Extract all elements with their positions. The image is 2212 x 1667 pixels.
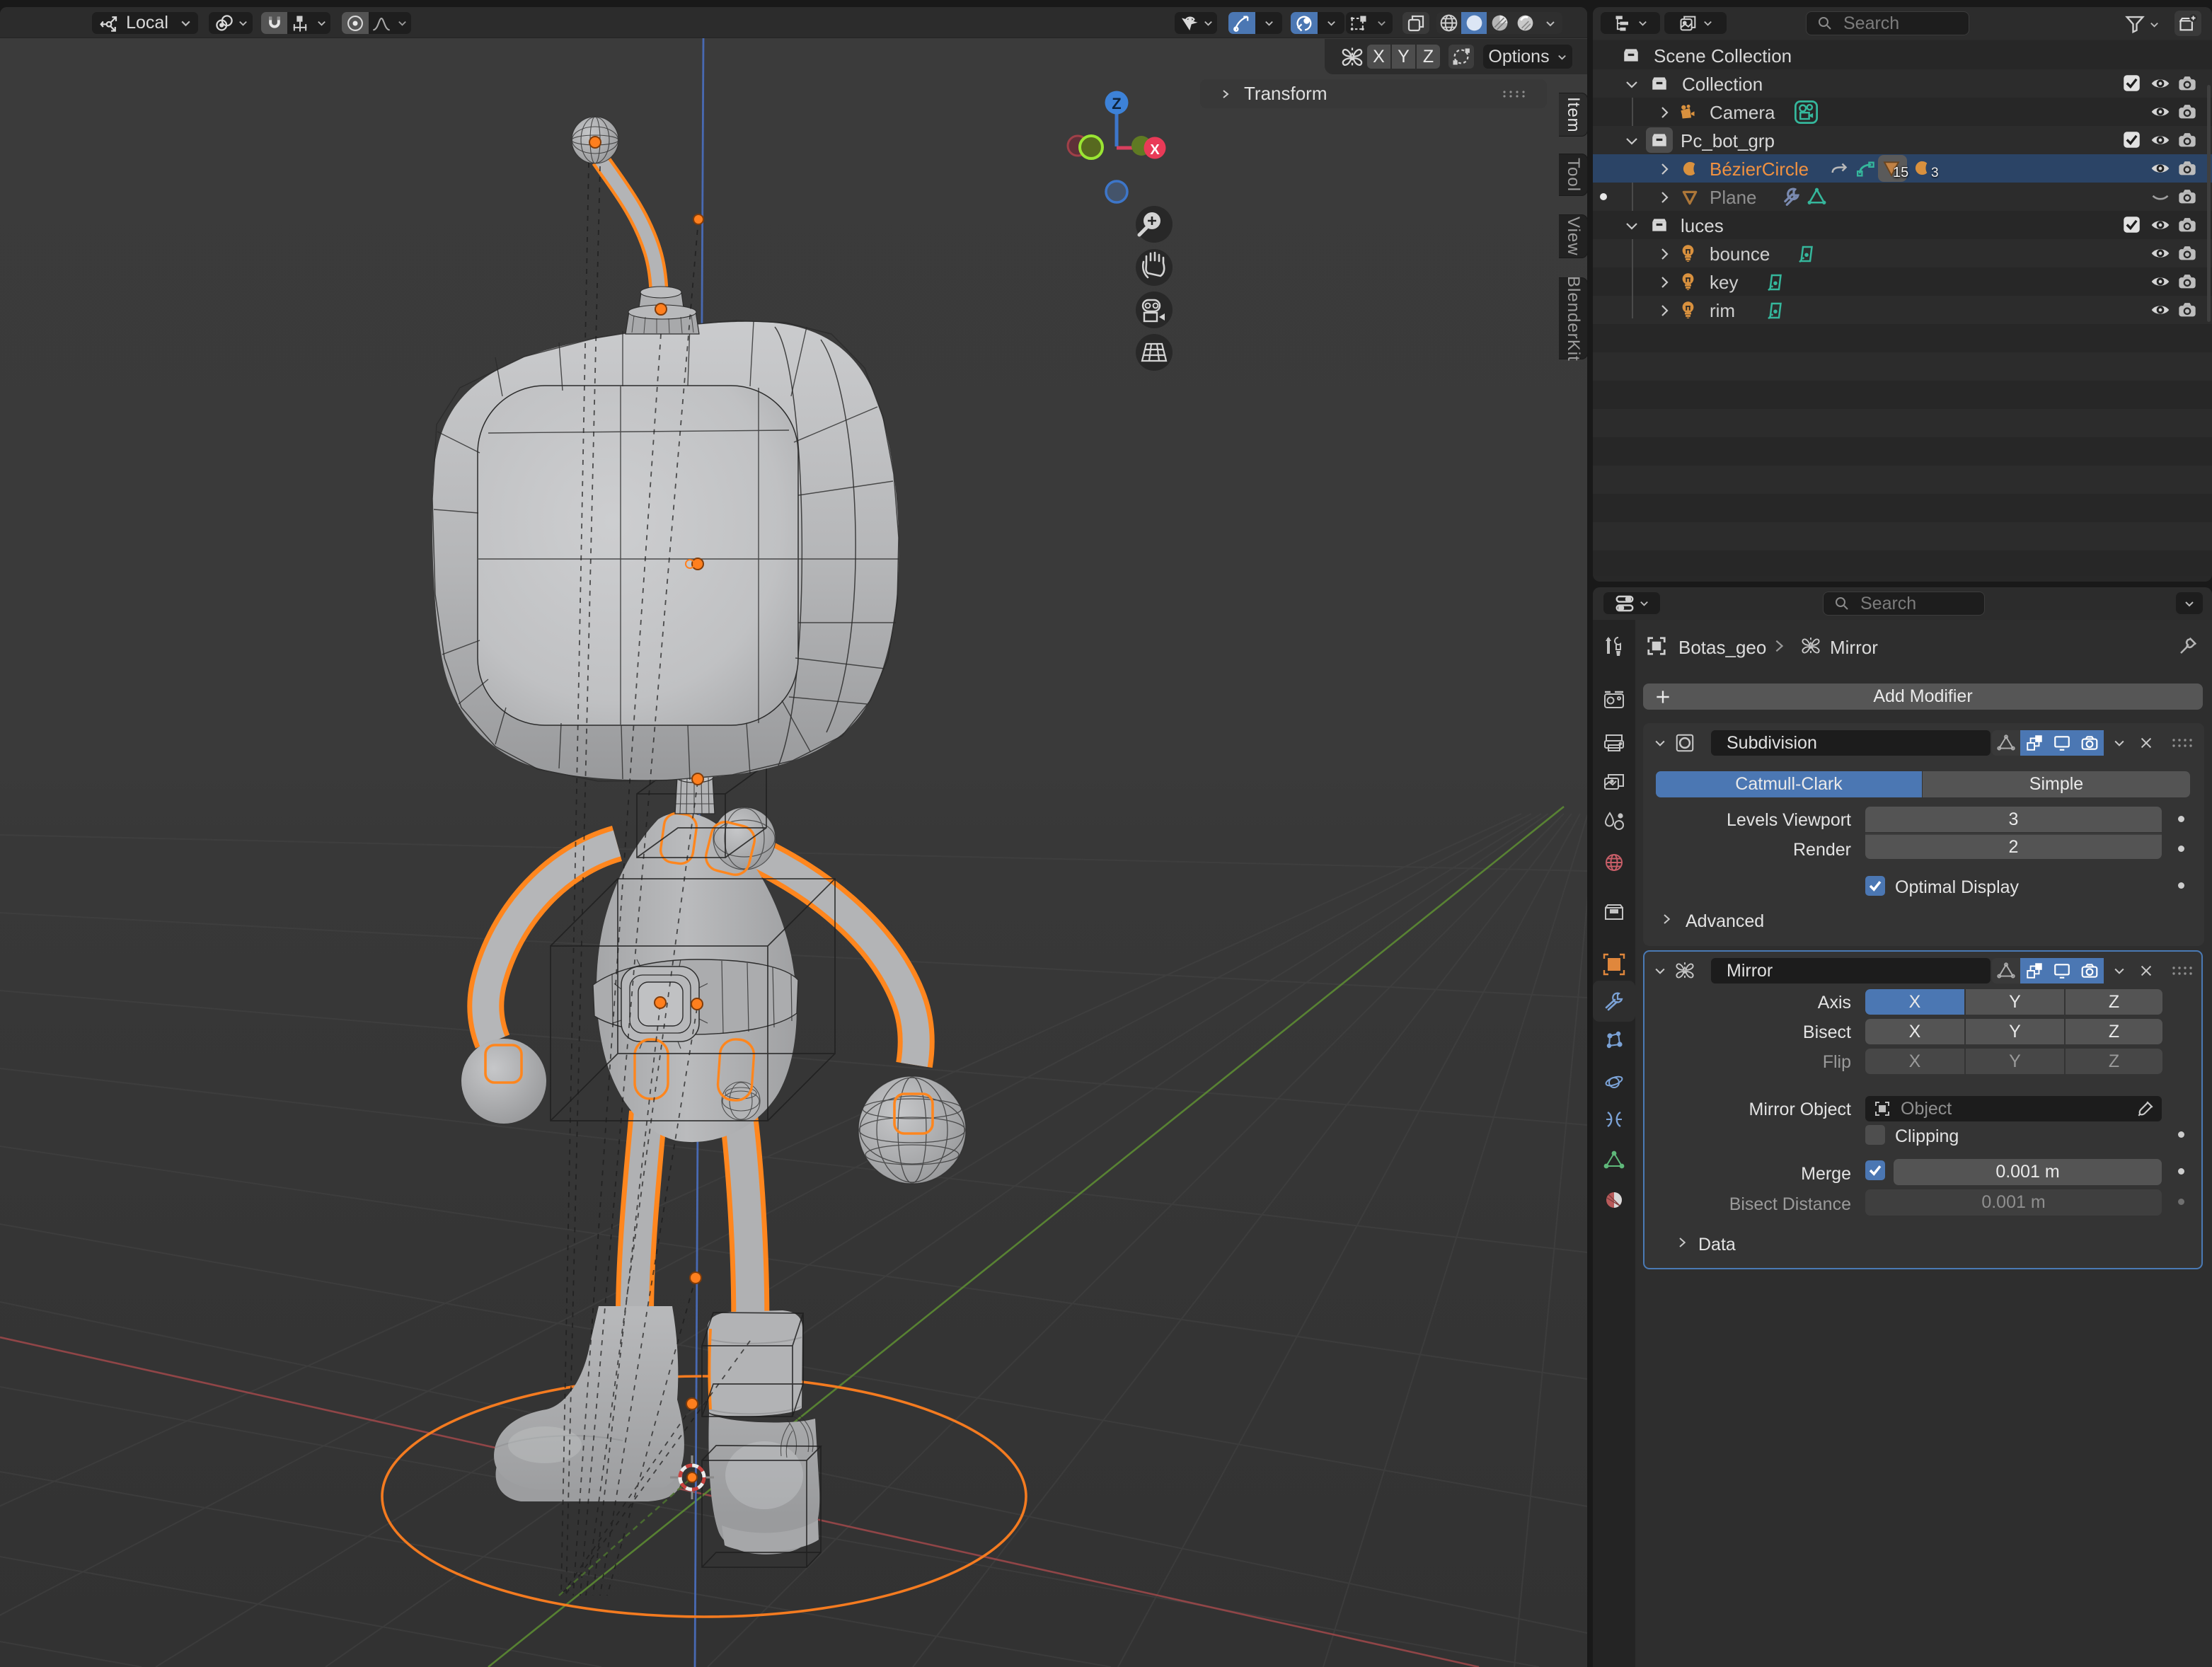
svg-text:X: X — [1150, 142, 1160, 158]
svg-text:Z: Z — [1112, 95, 1121, 113]
